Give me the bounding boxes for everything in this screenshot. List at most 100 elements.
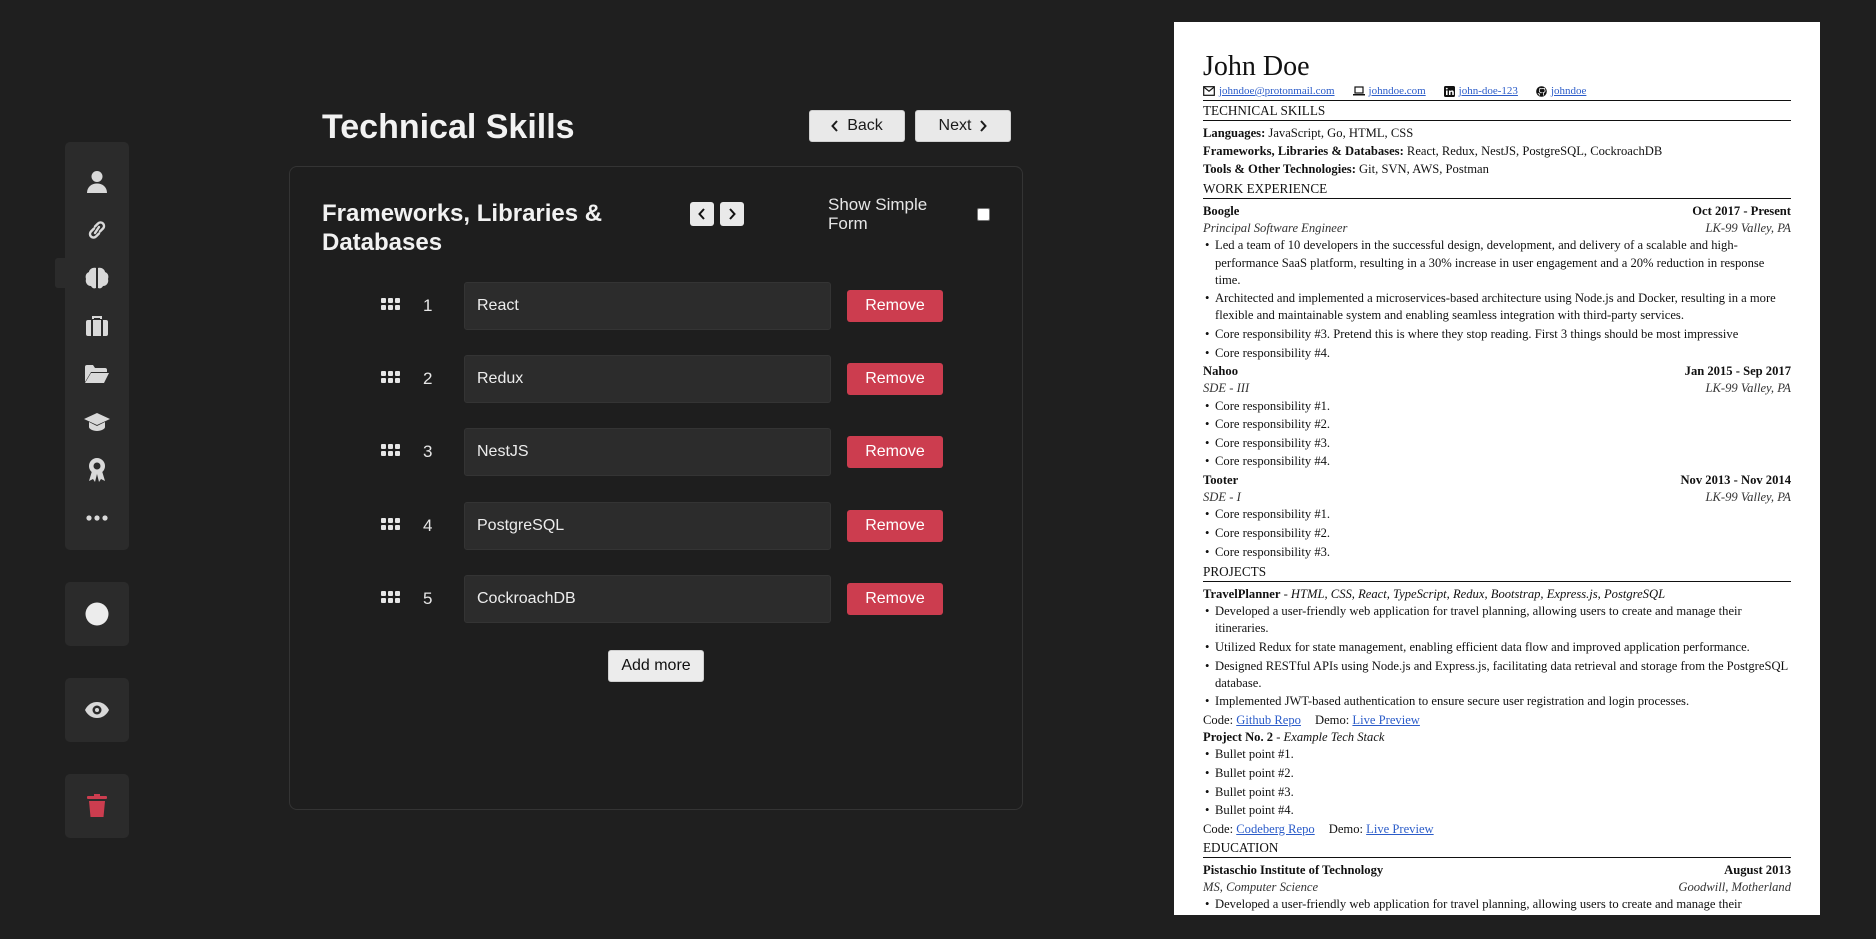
project-bullet: Designed RESTful APIs using Node.js and … xyxy=(1203,658,1791,692)
work-bullet: Core responsibility #2. xyxy=(1203,525,1791,542)
skill-number: 5 xyxy=(423,589,433,608)
email-link[interactable]: johndoe@protonmail.com xyxy=(1219,84,1335,99)
remove-button[interactable]: Remove xyxy=(847,436,943,468)
page-title: Technical Skills xyxy=(322,108,575,146)
drag-handle-icon[interactable] xyxy=(381,298,400,312)
skill-input[interactable]: PostgreSQL xyxy=(464,502,831,550)
sidebar-active-indicator xyxy=(55,258,67,288)
project-name: TravelPlanner xyxy=(1203,587,1281,602)
show-simple-form-checkbox[interactable] xyxy=(977,208,990,221)
skill-number: 2 xyxy=(423,369,433,388)
project-stack: - HTML, CSS, React, TypeScript, Redux, B… xyxy=(1280,587,1666,602)
work-dates: Jan 2015 - Sep 2017 xyxy=(1684,364,1791,379)
school-name: Pistaschio Institute of Technology xyxy=(1203,862,1384,877)
chevron-left-icon xyxy=(698,208,705,220)
project-bullet: Bullet point #2. xyxy=(1203,765,1791,782)
work-role: Principal Software Engineer xyxy=(1203,221,1348,236)
prev-section-button[interactable] xyxy=(690,202,714,226)
chevron-right-icon xyxy=(729,208,736,220)
back-button[interactable]: Back xyxy=(809,110,905,142)
project-bullet: Bullet point #3. xyxy=(1203,784,1791,801)
drag-handle-icon[interactable] xyxy=(381,444,400,458)
code-label: Code: xyxy=(1203,821,1234,836)
sidebar-item-awards[interactable] xyxy=(65,450,129,490)
sidebar-item-more[interactable] xyxy=(65,498,129,538)
chevron-right-icon xyxy=(980,120,988,132)
skill-input[interactable]: Redux xyxy=(464,355,831,403)
website-link[interactable]: johndoe.com xyxy=(1369,84,1426,99)
circle-icon xyxy=(85,602,109,626)
remove-button[interactable]: Remove xyxy=(847,583,943,615)
skill-input[interactable]: CockroachDB xyxy=(464,575,831,623)
drag-handle-icon[interactable] xyxy=(381,591,400,605)
demo-link[interactable]: Live Preview xyxy=(1366,822,1434,836)
education-dates: August 2013 xyxy=(1724,862,1791,877)
theme-toggle-button[interactable] xyxy=(65,582,129,646)
skill-value: React, Redux, NestJS, PostgreSQL, Cockro… xyxy=(1403,144,1663,159)
sidebar-item-education[interactable] xyxy=(65,402,129,442)
work-bullet: Architected and implemented a microservi… xyxy=(1203,290,1791,324)
back-button-label: Back xyxy=(847,117,883,134)
delete-button[interactable] xyxy=(65,774,129,838)
project-entry: TravelPlanner - HTML, CSS, React, TypeSc… xyxy=(1203,586,1791,729)
chevron-left-icon xyxy=(831,120,838,132)
remove-button[interactable]: Remove xyxy=(847,363,943,395)
sidebar-item-personal[interactable] xyxy=(65,162,129,202)
skill-number: 3 xyxy=(423,442,433,461)
skill-value: Git, SVN, AWS, Postman xyxy=(1355,162,1489,177)
next-section-button[interactable] xyxy=(720,202,744,226)
remove-button[interactable]: Remove xyxy=(847,510,943,542)
github-icon xyxy=(1536,86,1547,97)
work-role: SDE - I xyxy=(1203,490,1241,505)
linkedin-icon xyxy=(1443,85,1455,97)
project-bullet: Bullet point #1. xyxy=(1203,746,1791,763)
trash-icon xyxy=(87,794,107,817)
sidebar-item-projects[interactable] xyxy=(65,354,129,394)
skill-row: 5 CockroachDB Remove xyxy=(290,575,1024,623)
work-bullet: Core responsibility #3. Pretend this is … xyxy=(1203,326,1791,343)
next-button-label: Next xyxy=(938,117,972,134)
work-location: LK-99 Valley, PA xyxy=(1705,490,1791,505)
work-bullet: Core responsibility #4. xyxy=(1203,453,1791,470)
resume-name: John Doe xyxy=(1203,51,1310,82)
remove-button[interactable]: Remove xyxy=(847,290,943,322)
resume-preview: John Doe johndoe@protonmail.com johndoe.… xyxy=(1174,22,1820,915)
add-more-button[interactable]: Add more xyxy=(608,650,704,682)
company-name: Nahoo xyxy=(1203,364,1238,379)
code-link[interactable]: Github Repo xyxy=(1236,713,1301,727)
skill-label: Languages: xyxy=(1203,125,1266,140)
linkedin-link[interactable]: john-doe-123 xyxy=(1459,84,1518,99)
project-bullet: Utilized Redux for state management, ena… xyxy=(1203,639,1791,656)
project-bullet: Developed a user-friendly web applicatio… xyxy=(1203,603,1791,637)
drag-handle-icon[interactable] xyxy=(381,371,400,385)
skill-input[interactable]: React xyxy=(464,282,831,330)
code-link[interactable]: Codeberg Repo xyxy=(1236,822,1314,836)
sidebar-item-skills[interactable] xyxy=(65,258,129,298)
link-icon xyxy=(88,221,106,239)
drag-handle-icon[interactable] xyxy=(381,518,400,532)
code-label: Code: xyxy=(1203,713,1234,728)
sidebar-item-links[interactable] xyxy=(65,210,129,250)
work-entry: Tooter Nov 2013 - Nov 2014 SDE - I LK-99 V… xyxy=(1203,472,1791,561)
work-bullet: Core responsibility #1. xyxy=(1203,398,1791,415)
education-bullet: Developed a user-friendly web applicatio… xyxy=(1203,896,1791,915)
work-role: SDE - III xyxy=(1203,381,1250,396)
skill-input[interactable]: NestJS xyxy=(464,428,831,476)
sidebar-item-work[interactable] xyxy=(65,306,129,346)
contact-linkedin: john-doe-123 xyxy=(1443,84,1518,99)
project-bullet: Implemented JWT-based authentication to … xyxy=(1203,693,1791,710)
preview-toggle-button[interactable] xyxy=(65,678,129,742)
eye-icon xyxy=(85,702,109,718)
skills-heading: TECHNICAL SKILLS xyxy=(1203,101,1791,121)
project-entry: Project No. 2 - Example Tech Stack Bulle… xyxy=(1203,729,1791,838)
skill-number: 1 xyxy=(423,296,433,315)
briefcase-icon xyxy=(86,316,108,336)
github-link[interactable]: johndoe xyxy=(1551,84,1586,99)
demo-link[interactable]: Live Preview xyxy=(1352,713,1420,727)
work-entry: Nahoo Jan 2015 - Sep 2017 SDE - III LK-99 … xyxy=(1203,363,1791,470)
work-location: LK-99 Valley, PA xyxy=(1705,221,1791,236)
skill-number: 4 xyxy=(423,516,433,535)
user-icon xyxy=(87,171,107,193)
next-button[interactable]: Next xyxy=(915,110,1011,142)
brain-icon xyxy=(85,267,109,289)
